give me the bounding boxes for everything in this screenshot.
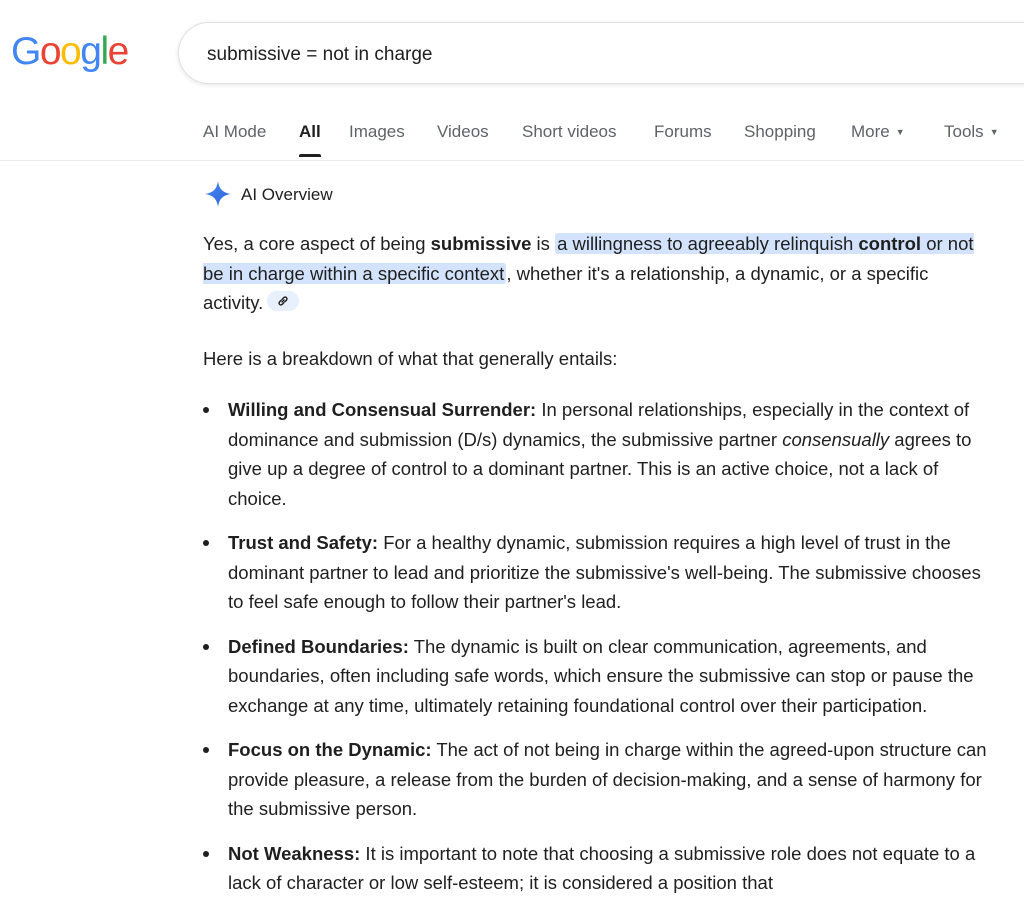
point-title: Not Weakness: bbox=[228, 842, 361, 864]
breakdown-list: Willing and Consensual Surrender: In per… bbox=[203, 395, 988, 898]
bottom-fade bbox=[0, 895, 1024, 919]
tab-label: Images bbox=[349, 122, 405, 141]
tab-ai-mode[interactable]: AI Mode bbox=[203, 122, 266, 160]
point-title: Focus on the Dynamic: bbox=[228, 739, 432, 760]
tab-label: Short videos bbox=[522, 122, 617, 141]
tab-label: Videos bbox=[437, 122, 489, 141]
chevron-down-icon: ▼ bbox=[989, 127, 999, 137]
ai-overview-title: AI Overview bbox=[241, 185, 333, 204]
tab-label: Forums bbox=[654, 122, 712, 141]
point-title: Willing and Consensual Surrender: bbox=[228, 399, 537, 420]
tab-more[interactable]: More ▼ bbox=[851, 122, 905, 160]
list-item: Focus on the Dynamic: The act of not bei… bbox=[203, 735, 988, 824]
breakdown-intro: Here is a breakdown of what that general… bbox=[203, 347, 618, 369]
link-icon bbox=[278, 296, 288, 306]
tab-images[interactable]: Images bbox=[349, 122, 405, 160]
summary-text: is bbox=[531, 233, 556, 254]
tab-label: More bbox=[851, 122, 890, 141]
ai-overview-summary: Yes, a core aspect of being submissive i… bbox=[203, 229, 988, 318]
list-item: Not Weakness: It is important to note th… bbox=[203, 839, 988, 898]
source-link-button[interactable] bbox=[267, 291, 300, 311]
tab-forums[interactable]: Forums bbox=[654, 122, 712, 160]
tab-shopping[interactable]: Shopping bbox=[744, 122, 816, 160]
tab-tools[interactable]: Tools ▼ bbox=[944, 122, 999, 160]
logo-letter: e bbox=[107, 30, 130, 73]
list-item: Defined Boundaries: The dynamic is built… bbox=[203, 632, 988, 721]
chevron-down-icon: ▼ bbox=[895, 127, 905, 137]
tab-label: AI Mode bbox=[203, 122, 267, 141]
sparkle-icon bbox=[205, 181, 231, 207]
tab-videos[interactable]: Videos bbox=[437, 122, 489, 160]
highlight-text: a willingness to agreeably relinquish bbox=[557, 233, 859, 254]
tab-all[interactable]: All bbox=[299, 122, 321, 160]
search-box[interactable] bbox=[178, 22, 1024, 84]
ai-overview-content: Yes, a core aspect of being submissive i… bbox=[203, 229, 988, 913]
tab-label: All bbox=[299, 122, 321, 141]
tab-short-videos[interactable]: Short videos bbox=[522, 122, 617, 160]
summary-bold: submissive bbox=[430, 233, 532, 254]
list-item: Willing and Consensual Surrender: In per… bbox=[203, 395, 988, 513]
logo-letter: g bbox=[80, 30, 102, 73]
logo-letter: o bbox=[60, 30, 82, 73]
tabs-divider bbox=[0, 160, 1024, 161]
logo-letter: l bbox=[100, 30, 109, 73]
google-logo[interactable]: Google bbox=[11, 30, 130, 74]
summary-text: Yes, a core aspect of being bbox=[203, 233, 431, 254]
point-title: Defined Boundaries: bbox=[228, 635, 409, 657]
tab-label: Shopping bbox=[744, 122, 816, 141]
list-item: Trust and Safety: For a healthy dynamic,… bbox=[203, 528, 988, 617]
point-emphasis: consensually bbox=[782, 428, 890, 450]
logo-letter: o bbox=[39, 30, 62, 73]
logo-letter: G bbox=[11, 30, 41, 73]
highlight-bold: control bbox=[858, 233, 922, 254]
point-title: Trust and Safety: bbox=[228, 532, 379, 553]
search-input[interactable] bbox=[205, 39, 909, 71]
tab-label: Tools bbox=[944, 122, 984, 141]
